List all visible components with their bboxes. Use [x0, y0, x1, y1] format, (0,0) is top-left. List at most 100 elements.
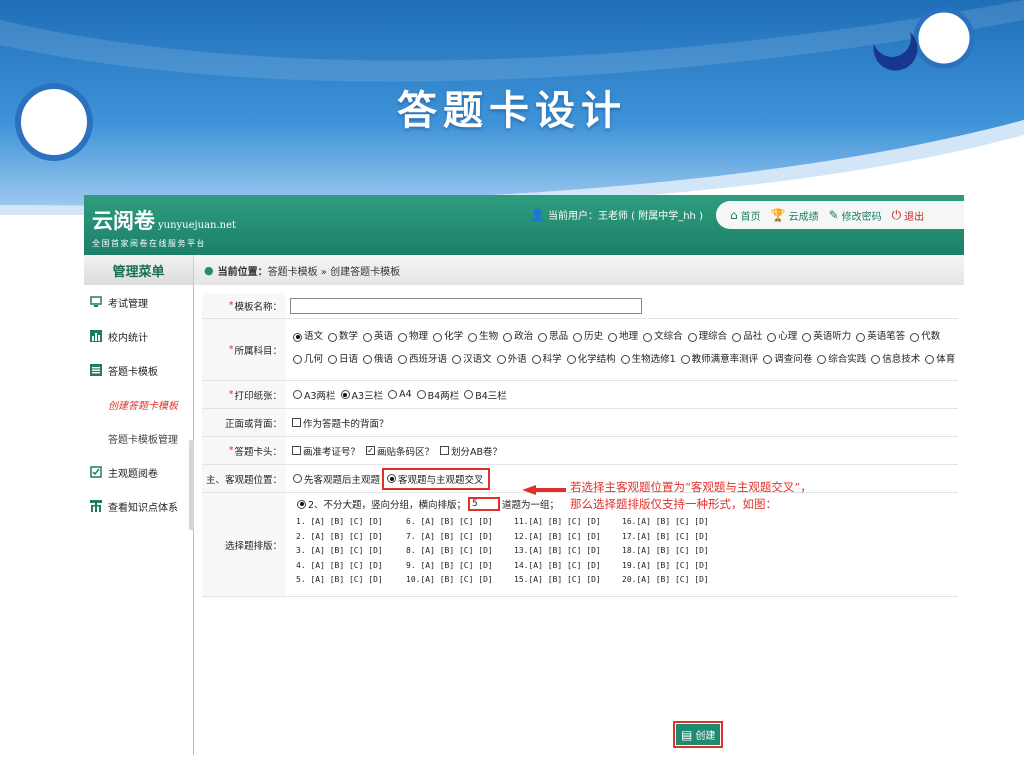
row-paper: * 打印纸张： A3两栏 A3三栏 A4 B4两栏 B4三栏 [202, 381, 958, 409]
choice-preview-cell: 18.[A] [B] [C] [D] [622, 546, 709, 555]
power-icon: ⏻ [891, 207, 902, 222]
subject-option[interactable]: 几何 [290, 350, 323, 370]
nav-change-password[interactable]: ✎ 修改密码 [829, 208, 882, 223]
row-template-name: * 模板名称： [202, 293, 958, 319]
sidebar-item-knowledge-system[interactable]: 查看知识点体系 [84, 489, 193, 523]
nav-cloud-score[interactable]: 🏆 云成绩 [771, 208, 819, 223]
app-screen: 云阅卷 yunyuejuan.net 全国首家阅卷在线服务平台 👤 当前用户：王老师… [84, 195, 964, 755]
group-size-input[interactable]: 5 [468, 497, 501, 511]
paper-option[interactable]: B4两栏 [414, 388, 459, 402]
subject-option[interactable]: 英语听力 [799, 327, 851, 347]
subject-option[interactable]: 生物 [465, 327, 498, 347]
breadcrumb-path[interactable]: 答题卡模板 » 创建答题卡模板 [268, 263, 400, 278]
radio-circle [293, 390, 302, 399]
subject-option[interactable]: 数学 [325, 327, 358, 347]
checkbox-box [292, 418, 301, 427]
header-label: * 答题卡头： [202, 437, 286, 464]
subject-option[interactable]: 化学 [430, 327, 463, 347]
sidebar-item-answer-card-template[interactable]: 答题卡模板 [84, 353, 193, 387]
subject-option[interactable]: 汉语文 [449, 350, 492, 370]
create-button-label: 创建 [695, 731, 716, 742]
radio-circle [297, 499, 306, 509]
radio-circle [468, 332, 478, 342]
subject-option[interactable]: 物理 [395, 327, 428, 347]
radio-circle [293, 355, 302, 364]
sidebar-item-school-stats[interactable]: 校内统计 [84, 319, 193, 353]
subject-option[interactable]: 地理 [605, 327, 638, 347]
subject-option[interactable]: 英语笔答 [853, 327, 905, 347]
radio-circle [680, 355, 690, 364]
nav-cloud-score-label: 云成绩 [788, 211, 819, 223]
subject-option[interactable]: 科学 [529, 350, 562, 370]
sidebar-item-exam-management[interactable]: 考试管理 [84, 285, 193, 319]
subject-option[interactable]: 文综合 [640, 327, 683, 347]
sidebar-subitem-create-template[interactable]: 创建答题卡模板 [84, 387, 193, 421]
radio-circle [817, 355, 827, 364]
choice-preview-cell: 20.[A] [B] [C] [D] [622, 575, 709, 584]
header-option[interactable]: 画准考证号？ [290, 444, 360, 458]
subject-option[interactable]: 语文 [290, 327, 323, 347]
annotation-line1: 若选择主客观题位置为“客观题与主观题交叉”， [570, 480, 812, 494]
sidebar-item-label: 答题卡模板 [108, 366, 158, 378]
subject-option[interactable]: 思品 [535, 327, 568, 347]
create-template-form: * 模板名称： * 所属科目： 语文 数学 英语 物理 化学 生物 政治 思品 历史 地理 文综合 理综合… [202, 293, 958, 748]
subject-option[interactable]: 西班牙语 [395, 350, 447, 370]
user-icon: 👤 [530, 208, 545, 222]
choice-preview-cell: 8. [A] [B] [C] [D] [406, 546, 493, 555]
subject-option[interactable]: 日语 [325, 350, 358, 370]
list-icon [90, 364, 102, 376]
subject-option[interactable]: 外语 [494, 350, 527, 370]
subject-option[interactable]: 体育 [922, 350, 955, 370]
subject-option[interactable]: 调查问卷 [760, 350, 812, 370]
radio-circle [328, 332, 338, 342]
radio-circle [531, 355, 541, 364]
subject-option[interactable]: 化学结构 [564, 350, 616, 370]
app-logo[interactable]: 云阅卷 yunyuejuan.net 全国首家阅卷在线服务平台 [92, 205, 236, 249]
header-option[interactable]: 划分AB卷？ [438, 444, 502, 458]
sidebar-collapse-handle[interactable] [189, 440, 194, 530]
subject-option[interactable]: 政治 [500, 327, 533, 347]
paper-option[interactable]: A4 [385, 389, 412, 400]
subject-option[interactable]: 教师满意率测评 [678, 350, 758, 370]
radio-circle [910, 332, 920, 342]
position-option-mixed[interactable]: 客观题与主观题交叉 [382, 467, 490, 490]
header-option[interactable]: ✓ 画贴条码区？ [364, 444, 434, 458]
home-icon: ⌂ [730, 208, 738, 222]
position-option-subjective-first[interactable]: 先客观题后主观题 [290, 472, 380, 486]
nav-logout[interactable]: ⏻ 退出 [892, 208, 925, 223]
subject-option[interactable]: 品社 [729, 327, 762, 347]
paper-option[interactable]: A3两栏 [290, 388, 336, 402]
sidebar-item-subjective-grading[interactable]: 主观题阅卷 [84, 455, 193, 489]
radio-circle [416, 390, 426, 399]
row-subject: * 所属科目： 语文 数学 英语 物理 化学 生物 政治 思品 历史 地理 文综合 理综合 品社 心理 英语听… [202, 319, 958, 381]
subject-option[interactable]: 理综合 [685, 327, 727, 347]
choice-preview-cell: 3. [A] [B] [C] [D] [296, 546, 383, 555]
subject-option[interactable]: 信息技术 [868, 350, 920, 370]
paper-option[interactable]: B4三栏 [461, 388, 507, 402]
subject-option[interactable]: 心理 [764, 327, 797, 347]
choice-preview-cell: 19.[A] [B] [C] [D] [622, 560, 709, 570]
nav-home[interactable]: ⌂ 首页 [730, 208, 761, 223]
choice-preview-cell: 14.[A] [B] [C] [D] [514, 560, 601, 570]
row-header: * 答题卡头： 画准考证号？ ✓ 画贴条码区？ 划分AB卷？ [202, 437, 958, 465]
choice-preview-cell: 17.[A] [B] [C] [D] [622, 531, 709, 541]
back-side-checkbox[interactable]: 作为答题卡的背面？ [290, 416, 389, 430]
checkbox-box [292, 446, 301, 455]
subject-option[interactable]: 生物选修1 [618, 350, 676, 370]
radio-circle [387, 474, 397, 483]
sidebar-subitem-template-management[interactable]: 答题卡模板管理 [84, 421, 193, 455]
subject-option[interactable]: 英语 [360, 327, 393, 347]
radio-circle [388, 390, 398, 399]
side-label: 正面或背面： [202, 409, 286, 436]
subject-option[interactable]: 代数 [907, 327, 940, 347]
subject-option[interactable]: 综合实践 [814, 350, 866, 370]
create-button[interactable]: ▤ 创建 [673, 721, 724, 748]
template-name-input[interactable] [290, 297, 642, 314]
choice-preview-cell: 9. [A] [B] [C] [D] [406, 560, 493, 570]
subject-option[interactable]: 历史 [570, 327, 603, 347]
subject-radio-group: 语文 数学 英语 物理 化学 生物 政治 思品 历史 地理 文综合 理综合 品社 心理 英语听力 英语笔答 代数… [286, 325, 958, 374]
nav-logout-label: 退出 [904, 211, 925, 223]
slide: 答题卡设计 云阅卷 yunyuejuan.net 全国首家阅卷在线服务平台 👤 当前… [0, 0, 1024, 768]
paper-option[interactable]: A3三栏 [338, 388, 383, 402]
subject-option[interactable]: 俄语 [360, 350, 393, 370]
